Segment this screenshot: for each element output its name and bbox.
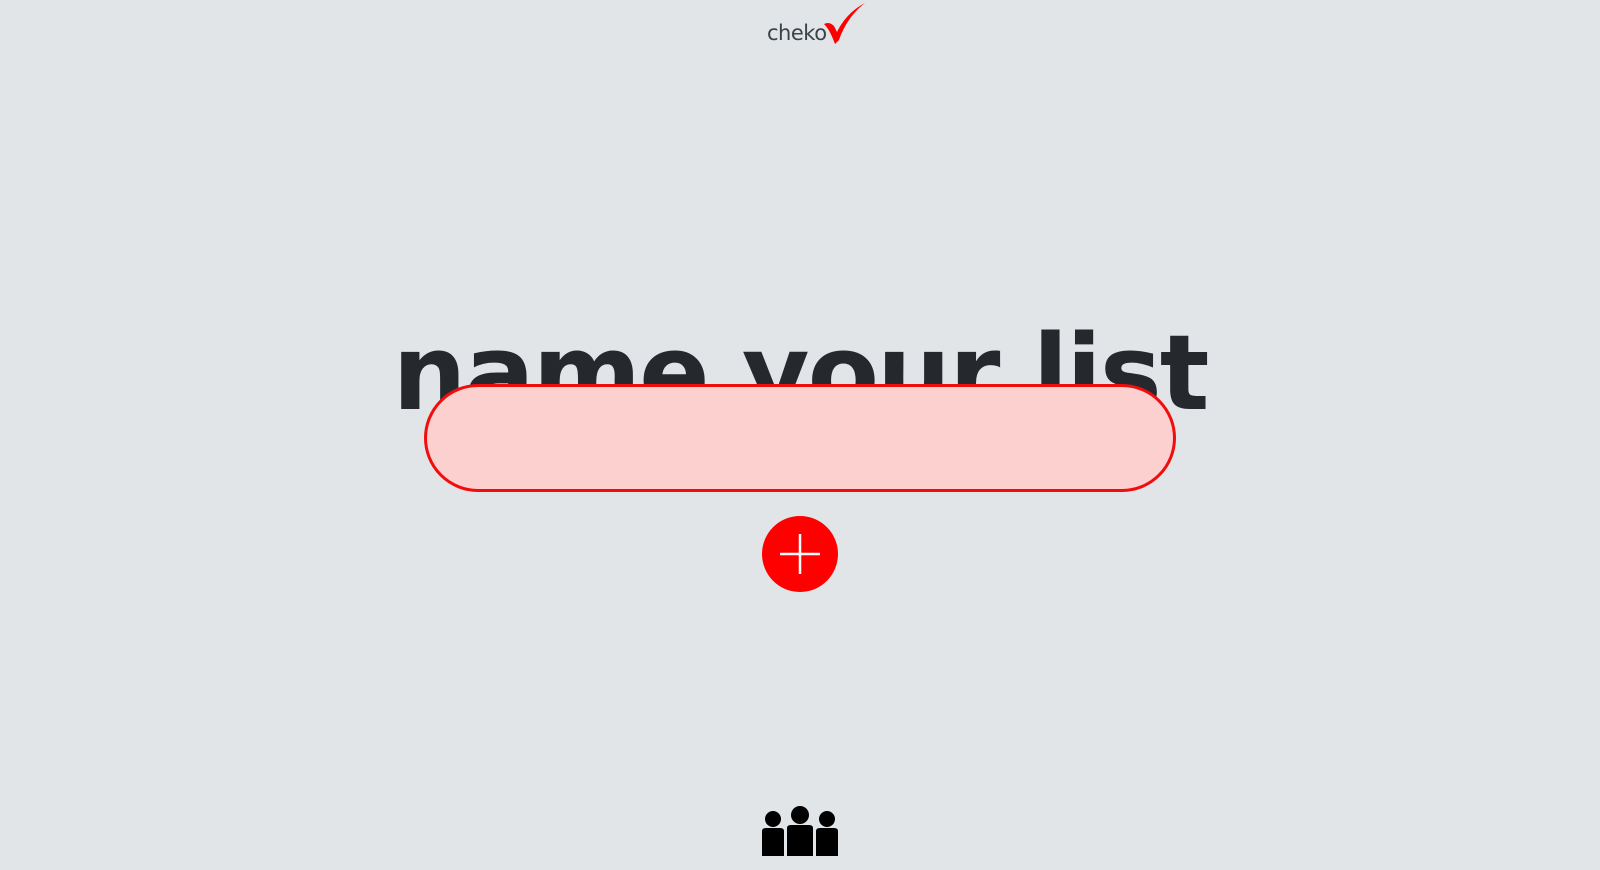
app-logo: cheko [767,2,877,50]
plus-icon [780,534,820,574]
checkmark-icon [824,3,865,44]
logo-text: cheko [767,21,827,45]
group-icon[interactable] [758,806,842,856]
add-list-button[interactable] [762,516,838,592]
list-name-input[interactable] [424,384,1176,492]
